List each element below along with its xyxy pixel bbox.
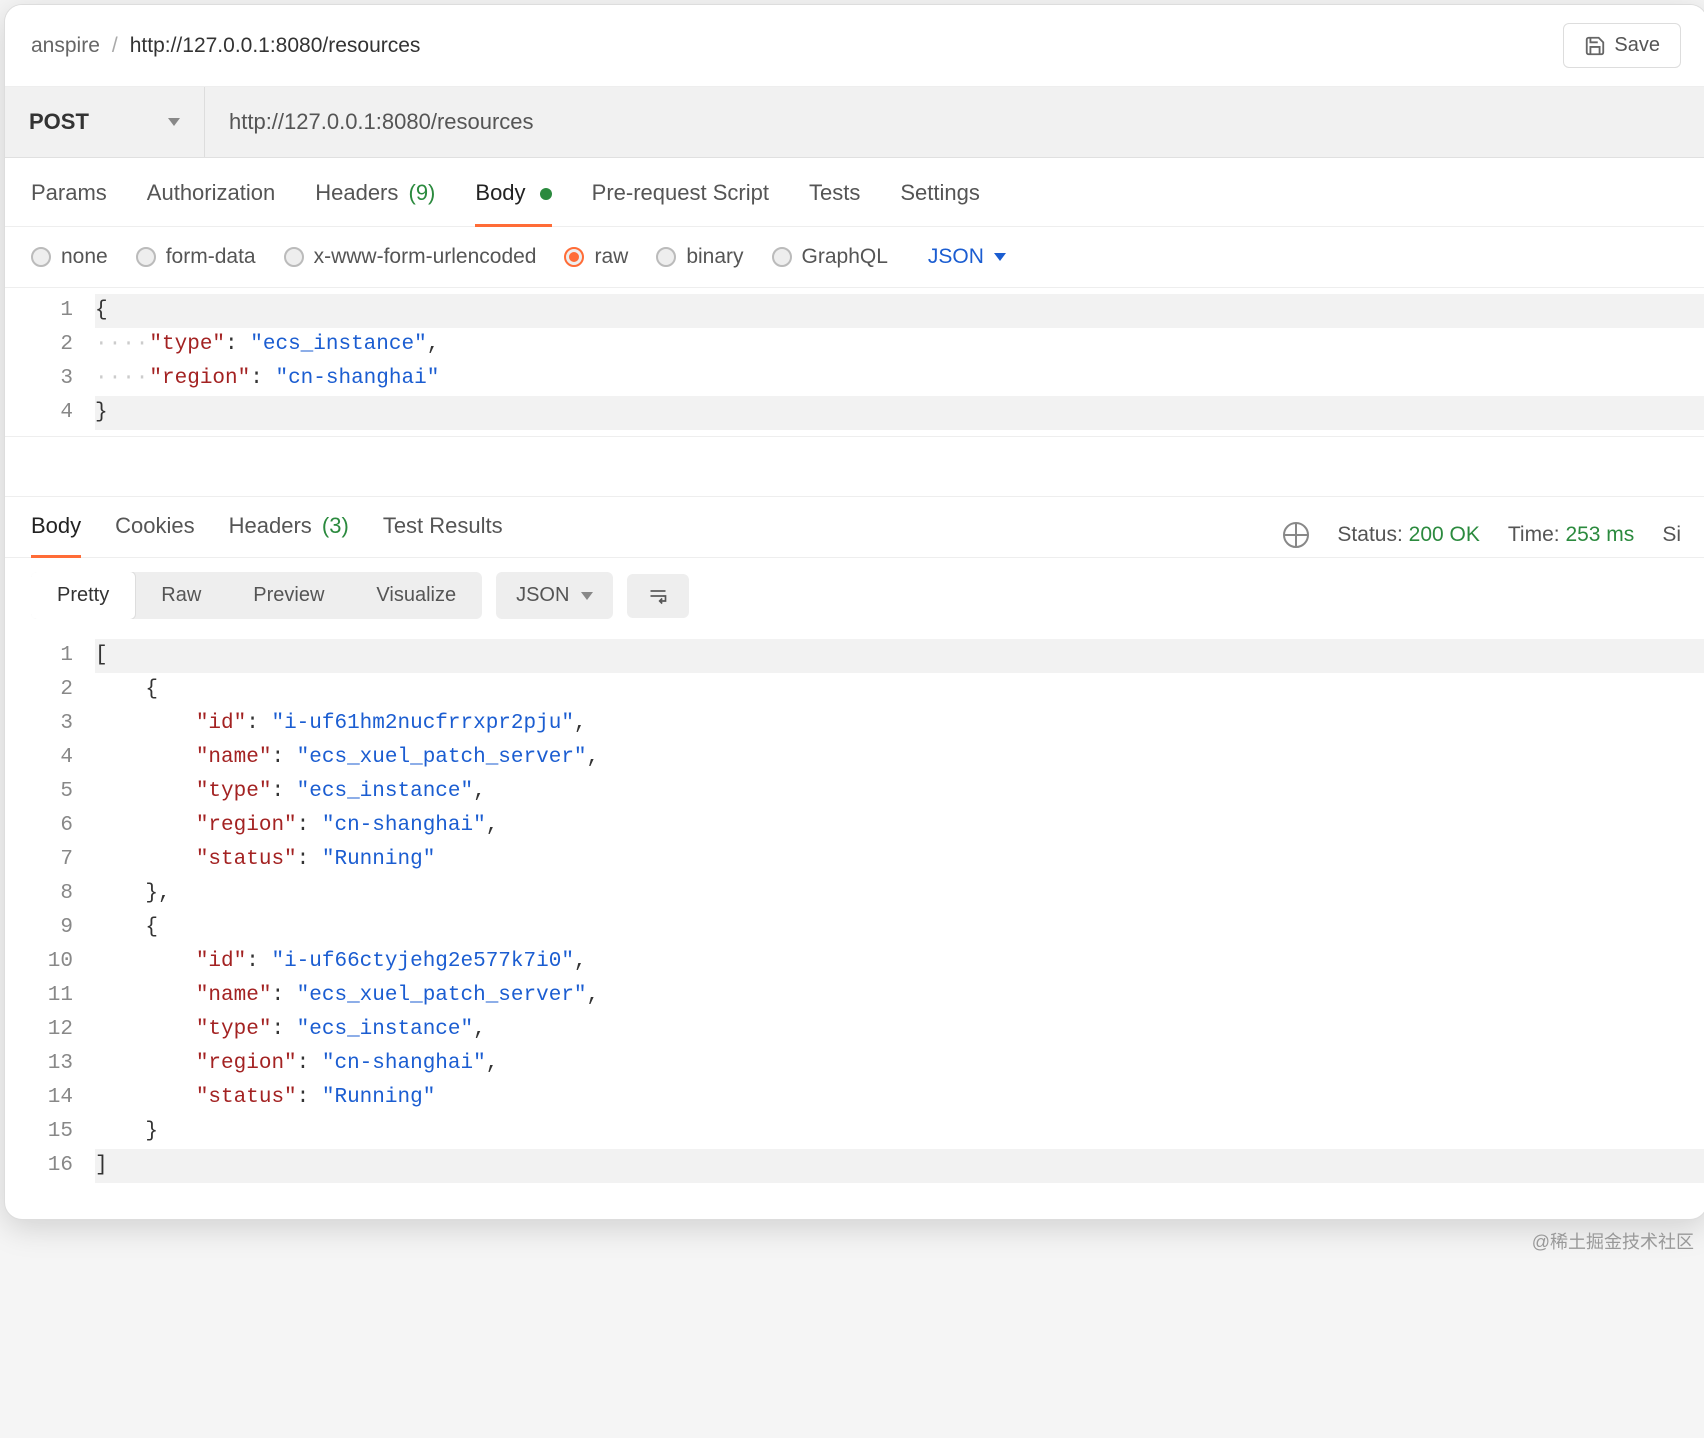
tab-body-label: Body [475, 180, 525, 205]
resp-tab-test-results[interactable]: Test Results [383, 513, 503, 557]
chevron-down-icon [994, 253, 1006, 261]
spacer [5, 1189, 1704, 1219]
globe-icon[interactable] [1283, 522, 1309, 548]
gutter: 12345678910111213141516 [5, 633, 95, 1189]
wrap-icon [647, 586, 669, 606]
save-label: Save [1614, 34, 1660, 57]
status-value: 200 OK [1409, 523, 1480, 546]
request-line: POST http://127.0.0.1:8080/resources [5, 87, 1704, 158]
view-mode-row: Pretty Raw Preview Visualize JSON [5, 558, 1704, 633]
response-status-bar: Status: 200 OK Time: 253 ms Si [1283, 522, 1681, 548]
radio-icon [564, 247, 584, 267]
watermark: @稀土掘金技术社区 [0, 1224, 1704, 1256]
status-block: Status: 200 OK [1337, 523, 1479, 547]
code-area[interactable]: {····"type": "ecs_instance",····"region"… [95, 288, 1704, 436]
tab-headers-label: Headers [315, 180, 398, 205]
radio-graphql-label: GraphQL [802, 245, 888, 269]
gutter: 1234 [5, 288, 95, 436]
view-mode-group: Pretty Raw Preview Visualize [31, 572, 482, 619]
code-area[interactable]: [ { "id": "i-uf61hm2nucfrrxpr2pju", "nam… [95, 633, 1704, 1189]
tab-params[interactable]: Params [31, 180, 107, 226]
resp-tab-headers-count: (3) [322, 513, 349, 538]
radio-none[interactable]: none [31, 245, 108, 269]
mode-visualize[interactable]: Visualize [350, 572, 482, 619]
request-title[interactable]: http://127.0.0.1:8080/resources [130, 34, 421, 58]
tab-headers-count: (9) [409, 180, 436, 205]
body-format-value: JSON [928, 245, 984, 269]
resp-tab-body[interactable]: Body [31, 513, 81, 557]
breadcrumb-sep: / [112, 34, 118, 58]
time-label: Time: [1508, 523, 1560, 546]
radio-binary[interactable]: binary [656, 245, 743, 269]
tab-tests[interactable]: Tests [809, 180, 860, 226]
topbar: anspire / http://127.0.0.1:8080/resource… [5, 5, 1704, 87]
radio-icon [772, 247, 792, 267]
mode-preview[interactable]: Preview [227, 572, 350, 619]
radio-form-label: form-data [166, 245, 256, 269]
resp-tab-headers[interactable]: Headers (3) [229, 513, 349, 557]
breadcrumb: anspire / http://127.0.0.1:8080/resource… [31, 34, 420, 58]
response-body-viewer[interactable]: 12345678910111213141516 [ { "id": "i-uf6… [5, 633, 1704, 1189]
workspace-name[interactable]: anspire [31, 34, 100, 58]
app-window: anspire / http://127.0.0.1:8080/resource… [4, 4, 1704, 1220]
resp-tab-cookies[interactable]: Cookies [115, 513, 194, 557]
tab-prerequest[interactable]: Pre-request Script [592, 180, 769, 226]
radio-icon [31, 247, 51, 267]
request-body-editor[interactable]: 1234 {····"type": "ecs_instance",····"re… [5, 288, 1704, 437]
url-input[interactable]: http://127.0.0.1:8080/resources [205, 87, 1704, 157]
wrap-lines-button[interactable] [627, 574, 689, 618]
radio-icon [284, 247, 304, 267]
radio-graphql[interactable]: GraphQL [772, 245, 888, 269]
response-format-select[interactable]: JSON [496, 572, 613, 619]
radio-xform-label: x-www-form-urlencoded [314, 245, 537, 269]
body-type-row: none form-data x-www-form-urlencoded raw… [5, 227, 1704, 288]
status-label: Status: [1337, 523, 1402, 546]
chevron-down-icon [168, 118, 180, 126]
body-format-select[interactable]: JSON [928, 245, 1006, 269]
radio-raw[interactable]: raw [564, 245, 628, 269]
tab-headers[interactable]: Headers (9) [315, 180, 435, 226]
tab-body[interactable]: Body [475, 180, 551, 226]
save-button[interactable]: Save [1563, 23, 1681, 68]
size-label: Si [1662, 523, 1681, 547]
tab-authorization[interactable]: Authorization [147, 180, 275, 226]
body-active-dot-icon [540, 188, 552, 200]
time-value: 253 ms [1565, 523, 1634, 546]
spacer [5, 437, 1704, 497]
radio-icon [136, 247, 156, 267]
radio-form-data[interactable]: form-data [136, 245, 256, 269]
mode-pretty[interactable]: Pretty [31, 572, 136, 619]
radio-binary-label: binary [686, 245, 743, 269]
time-block: Time: 253 ms [1508, 523, 1634, 547]
resp-tab-headers-label: Headers [229, 513, 312, 538]
request-tabs: Params Authorization Headers (9) Body Pr… [5, 158, 1704, 227]
radio-icon [656, 247, 676, 267]
tab-settings[interactable]: Settings [900, 180, 980, 226]
response-header: Body Cookies Headers (3) Test Results St… [5, 497, 1704, 558]
mode-raw[interactable]: Raw [135, 572, 227, 619]
method-select[interactable]: POST [5, 87, 205, 157]
url-value: http://127.0.0.1:8080/resources [229, 109, 534, 135]
radio-none-label: none [61, 245, 108, 269]
response-format-value: JSON [516, 584, 569, 607]
radio-raw-label: raw [594, 245, 628, 269]
response-tabs: Body Cookies Headers (3) Test Results [31, 513, 503, 557]
method-value: POST [29, 109, 89, 135]
radio-xform[interactable]: x-www-form-urlencoded [284, 245, 537, 269]
chevron-down-icon [581, 592, 593, 600]
save-icon [1584, 35, 1606, 57]
